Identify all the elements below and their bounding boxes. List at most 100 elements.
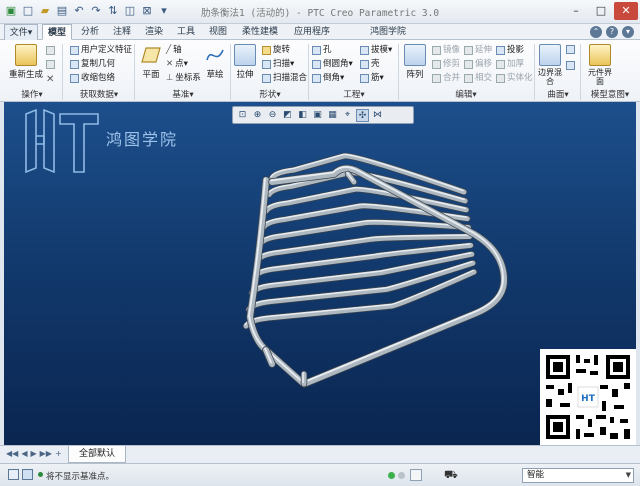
revolve-button[interactable]: 旋转 [262,45,290,56]
group-editing[interactable]: 编辑▾ [400,89,532,101]
ribbon-separator [134,44,135,100]
paste-icon[interactable] [46,60,55,69]
freestyle-icon[interactable] [566,45,575,54]
user-defined-feature-button[interactable]: 用户定义特征 [70,45,132,56]
solidify-button[interactable]: 实体化 [496,73,533,84]
intersect-button[interactable]: 相交 [464,73,492,84]
trim-button[interactable]: 修剪 [432,59,460,70]
sketch-icon [204,44,226,66]
rib-button[interactable]: 筋▾ [360,73,384,84]
navigator-icon[interactable] [8,469,19,480]
tab-model[interactable]: 模型 [42,24,72,40]
status-bar: 将不显示基准点。 ⛟ 智能 ▼ [0,463,640,486]
offset-button[interactable]: 偏移 [464,59,492,70]
project-button[interactable]: 投影 [496,45,524,56]
ribbon-separator [230,44,231,100]
maximize-button[interactable]: □ [589,2,613,20]
regenerate-big-icon [15,44,37,66]
help-icon[interactable]: ? [606,26,618,38]
tab-applications[interactable]: 应用程序 [288,24,336,40]
filter-options-icon[interactable] [410,469,422,481]
shell-button[interactable]: 壳 [360,59,380,70]
browser-icon[interactable] [22,469,33,480]
sweep-button[interactable]: 扫描▾ [262,59,294,70]
first-tab-icon[interactable]: ◀◀ [6,449,18,458]
fill-icon[interactable] [566,61,575,70]
tab-annotate[interactable]: 注释 [108,24,136,40]
merge-button[interactable]: 合并 [432,73,460,84]
rod [247,177,269,353]
find-icon[interactable]: ⛟ [444,468,458,483]
regen-status-icon [388,472,395,479]
pattern-button[interactable]: 阵列 [402,44,428,80]
ribbon-right-controls: ⌃ ? ▾ [590,26,634,38]
window-title: 肋条衡法1 (活动的) - PTC Creo Parametric 3.0 [200,8,440,19]
axis-button[interactable]: ╱ 轴 [166,45,182,56]
tab-flexible-modeling[interactable]: 柔性建模 [236,24,284,40]
graphics-window[interactable]: ⊡ ⊕ ⊖ ◩ ◧ ▣ ▦ ⌖ ✣ ⋈ 鸿图学院 HT [4,102,636,445]
group-model-intent[interactable]: 模型意图▾ [582,89,638,101]
boundary-blend-button[interactable]: 边界混合 [536,44,564,86]
ribbon-tabs: 文件▾ 模型 分析 注释 渲染 工具 视图 柔性建模 应用程序 鸿图学院QQ22… [0,24,640,53]
component-interface-button[interactable]: 元件界面 [586,44,614,86]
minimize-button[interactable]: – [564,2,588,20]
copy-geometry-button[interactable]: 复制几何 [70,59,115,70]
group-engineering[interactable]: 工程▾ [310,89,398,101]
prev-tab-icon[interactable]: ◀ [21,449,27,458]
hole-button[interactable]: 孔 [312,45,332,56]
group-datum[interactable]: 基准▾ [136,89,230,101]
ribbon-separator [398,44,399,100]
title-bar: ▣ □ ▰ ▤ ↶ ↷ ⇅ ◫ ⊠ ▾ 肋条衡法1 (活动的) - PTC Cr… [0,0,640,24]
tab-view[interactable]: 视图 [204,24,232,40]
thicken-button[interactable]: 加厚 [496,59,524,70]
minimize-ribbon-icon[interactable]: ⌃ [590,26,602,38]
close-button[interactable]: ✕ [614,2,638,20]
point-button[interactable]: ✕ 点▾ [166,59,188,70]
coordinate-system-button[interactable]: ⊥ 坐标系 [166,73,201,84]
selection-filter-select[interactable]: 智能 ▼ [522,468,634,483]
chamfer-button[interactable]: 倒角▾ [312,73,344,84]
tab-render[interactable]: 渲染 [140,24,168,40]
group-operations[interactable]: 操作▾ [4,89,60,101]
swept-blend-button[interactable]: 扫描混合 [262,73,307,84]
svg-text:HT: HT [581,394,596,404]
shrinkwrap-button[interactable]: 收缩包络 [70,73,115,84]
component-interface-icon [589,44,611,66]
round-button[interactable]: 倒圆角▾ [312,59,353,70]
options-icon[interactable]: ▾ [622,26,634,38]
draft-button[interactable]: 拔模▾ [360,45,392,56]
status-message: 将不显示基准点。 [46,472,115,482]
extrude-icon [234,44,256,66]
tab-navigation: ◀◀ ◀ ▶ ▶▶ + [6,449,62,458]
group-shapes[interactable]: 形状▾ [232,89,308,101]
ribbon-separator [534,44,535,100]
last-tab-icon[interactable]: ▶▶ [40,449,52,458]
sketch-button[interactable]: 草绘 [202,44,228,80]
extend-button[interactable]: 延伸 [464,45,492,56]
ribbon-separator [62,44,63,100]
mirror-button[interactable]: 镜像 [432,45,460,56]
delete-icon[interactable]: ✕ [46,74,54,85]
boundary-blend-icon [539,44,561,66]
tab-custom-hongtu[interactable]: 鸿图学院QQ2286170906 [340,24,436,53]
add-tab-icon[interactable]: + [55,449,62,458]
tab-tools[interactable]: 工具 [172,24,200,40]
regen-status-icon-2 [398,472,405,479]
ribbon-separator [308,44,309,100]
copy-icon[interactable] [46,46,55,55]
regenerate-button[interactable]: 重新生成 [6,44,46,80]
plane-icon [140,44,162,66]
next-tab-icon[interactable]: ▶ [30,449,36,458]
qr-code: HT [540,349,636,445]
tab-file[interactable]: 文件▾ [4,24,38,40]
window-controls: – □ ✕ [564,2,638,20]
message-dot-icon [38,472,43,477]
ribbon-separator [580,44,581,100]
extrude-button[interactable]: 拉伸 [232,44,258,80]
tab-analysis[interactable]: 分析 [76,24,104,40]
group-get-data[interactable]: 获取数据▾ [64,89,134,101]
ribbon: 重新生成 ✕ 操作▾ 用户定义特征 复制几何 收缩包络 获取数据▾ 平面 ╱ 轴 … [0,40,640,102]
group-surfaces[interactable]: 曲面▾ [536,89,580,101]
plane-button[interactable]: 平面 [138,44,164,80]
doc-tab-all-default[interactable]: 全部默认 [68,446,126,463]
